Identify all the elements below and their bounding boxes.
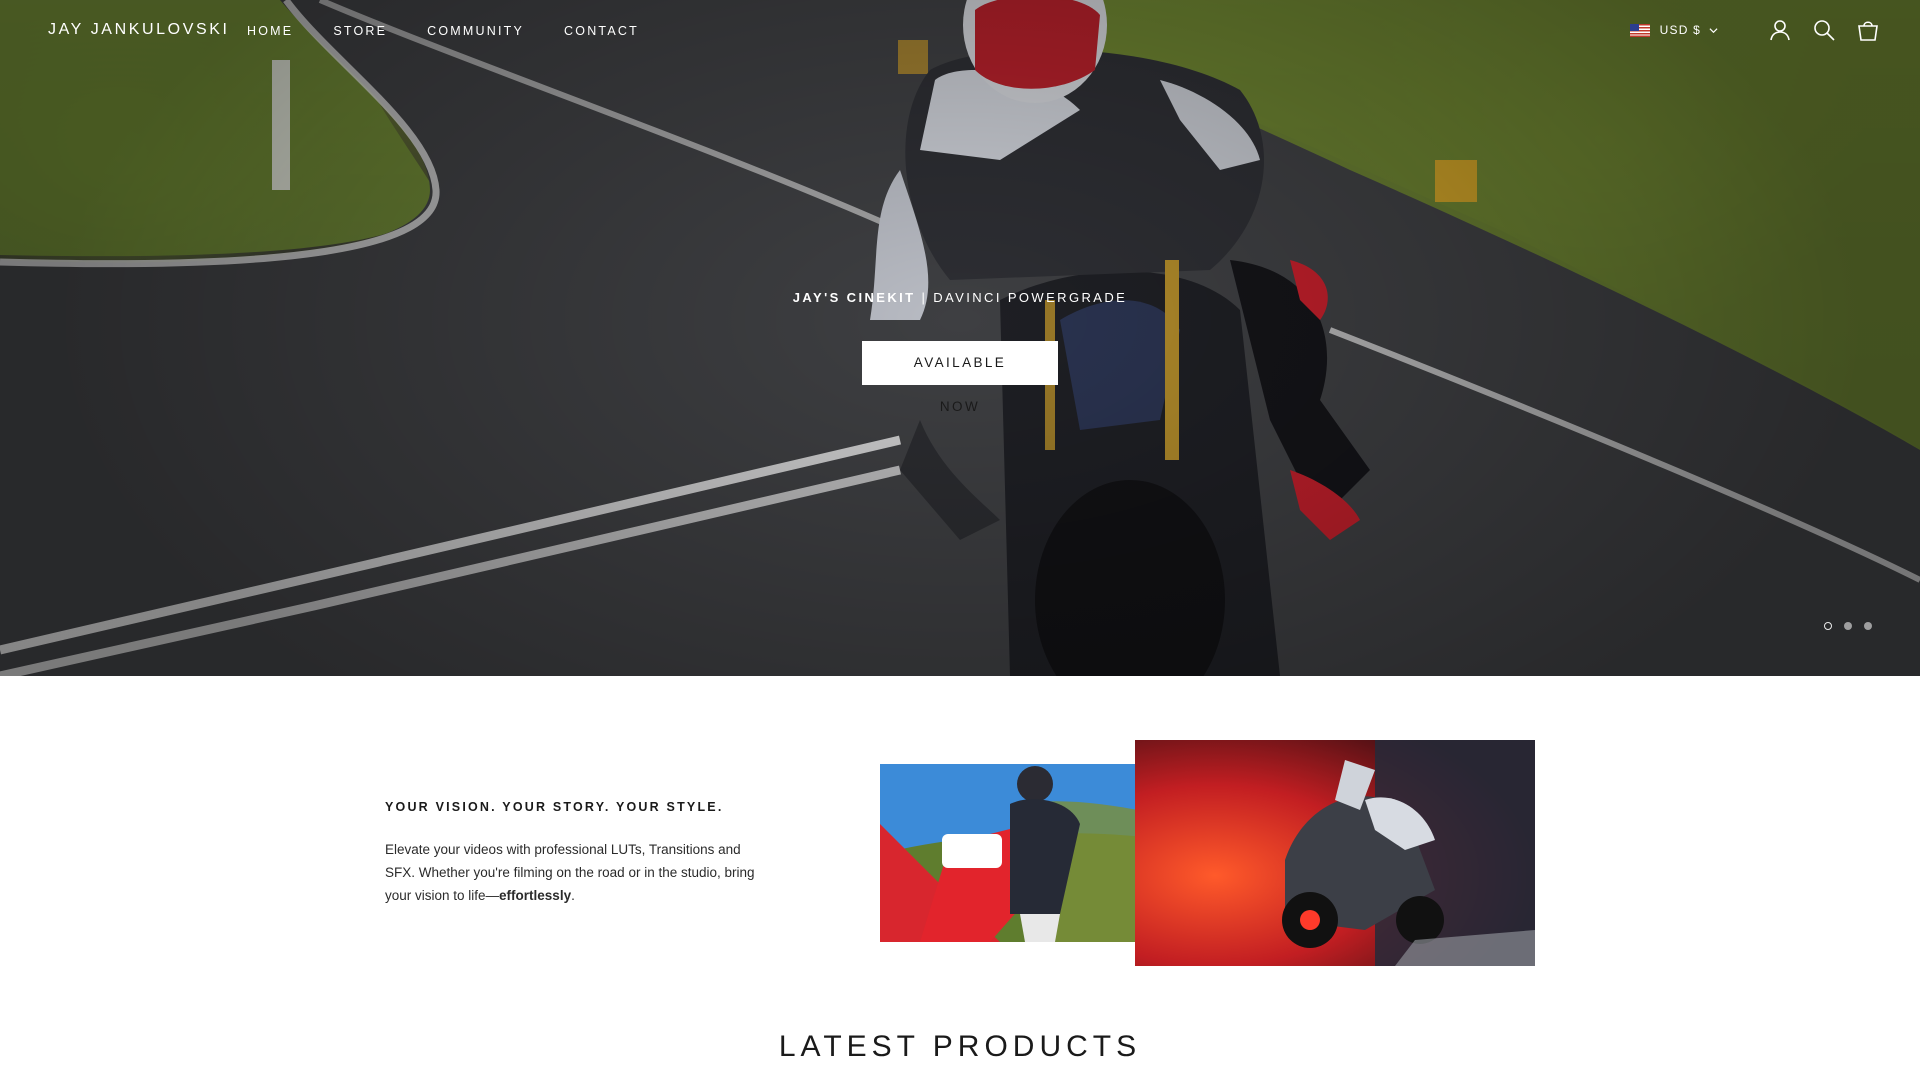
slide-dot-2[interactable] [1844,622,1852,630]
slide-dot-1[interactable] [1824,622,1832,630]
hero-tagline-rest: | DAVINCI POWERGRADE [915,290,1128,305]
hero-content: JAY'S CINEKIT | DAVINCI POWERGRADE AVAIL… [0,290,1920,416]
sport-bike-studio-image [1135,740,1535,966]
chevron-down-icon [1709,27,1718,33]
site-header: JAY JANKULOVSKI HOME STORE COMMUNITY CON… [0,0,1920,62]
search-icon[interactable] [1812,18,1836,42]
latest-products-heading: LATEST PRODUCTS [778,1030,1142,1063]
currency-selector[interactable]: USD $ [1629,23,1718,37]
site-logo[interactable]: JAY JANKULOVSKI [48,21,230,39]
hero-tagline-strong: JAY'S CINEKIT [792,290,916,305]
available-now-button[interactable]: AVAILABLE NOW [862,341,1058,414]
intro-heading: YOUR VISION. YOUR STORY. YOUR STYLE. [385,800,724,814]
intro-body-end: . [571,888,575,903]
slide-dots [1824,622,1872,630]
nav-community[interactable]: COMMUNITY [427,24,524,38]
nav-contact[interactable]: CONTACT [564,24,639,38]
cart-icon[interactable] [1856,18,1880,42]
nav-home[interactable]: HOME [247,24,293,38]
main-nav: HOME STORE COMMUNITY CONTACT [247,24,679,38]
slide-dot-3[interactable] [1864,622,1872,630]
nav-store[interactable]: STORE [333,24,387,38]
account-icon[interactable] [1768,18,1792,42]
intro-body: Elevate your videos with professional LU… [385,838,765,907]
us-flag-icon [1629,23,1650,37]
hero-tagline: JAY'S CINEKIT | DAVINCI POWERGRADE [0,290,1920,305]
intro-body-bold: effortlessly [499,888,572,903]
currency-label: USD $ [1659,23,1701,37]
header-actions: USD $ [1629,18,1880,42]
intro-text: YOUR VISION. YOUR STORY. YOUR STYLE. Ele… [385,800,765,907]
